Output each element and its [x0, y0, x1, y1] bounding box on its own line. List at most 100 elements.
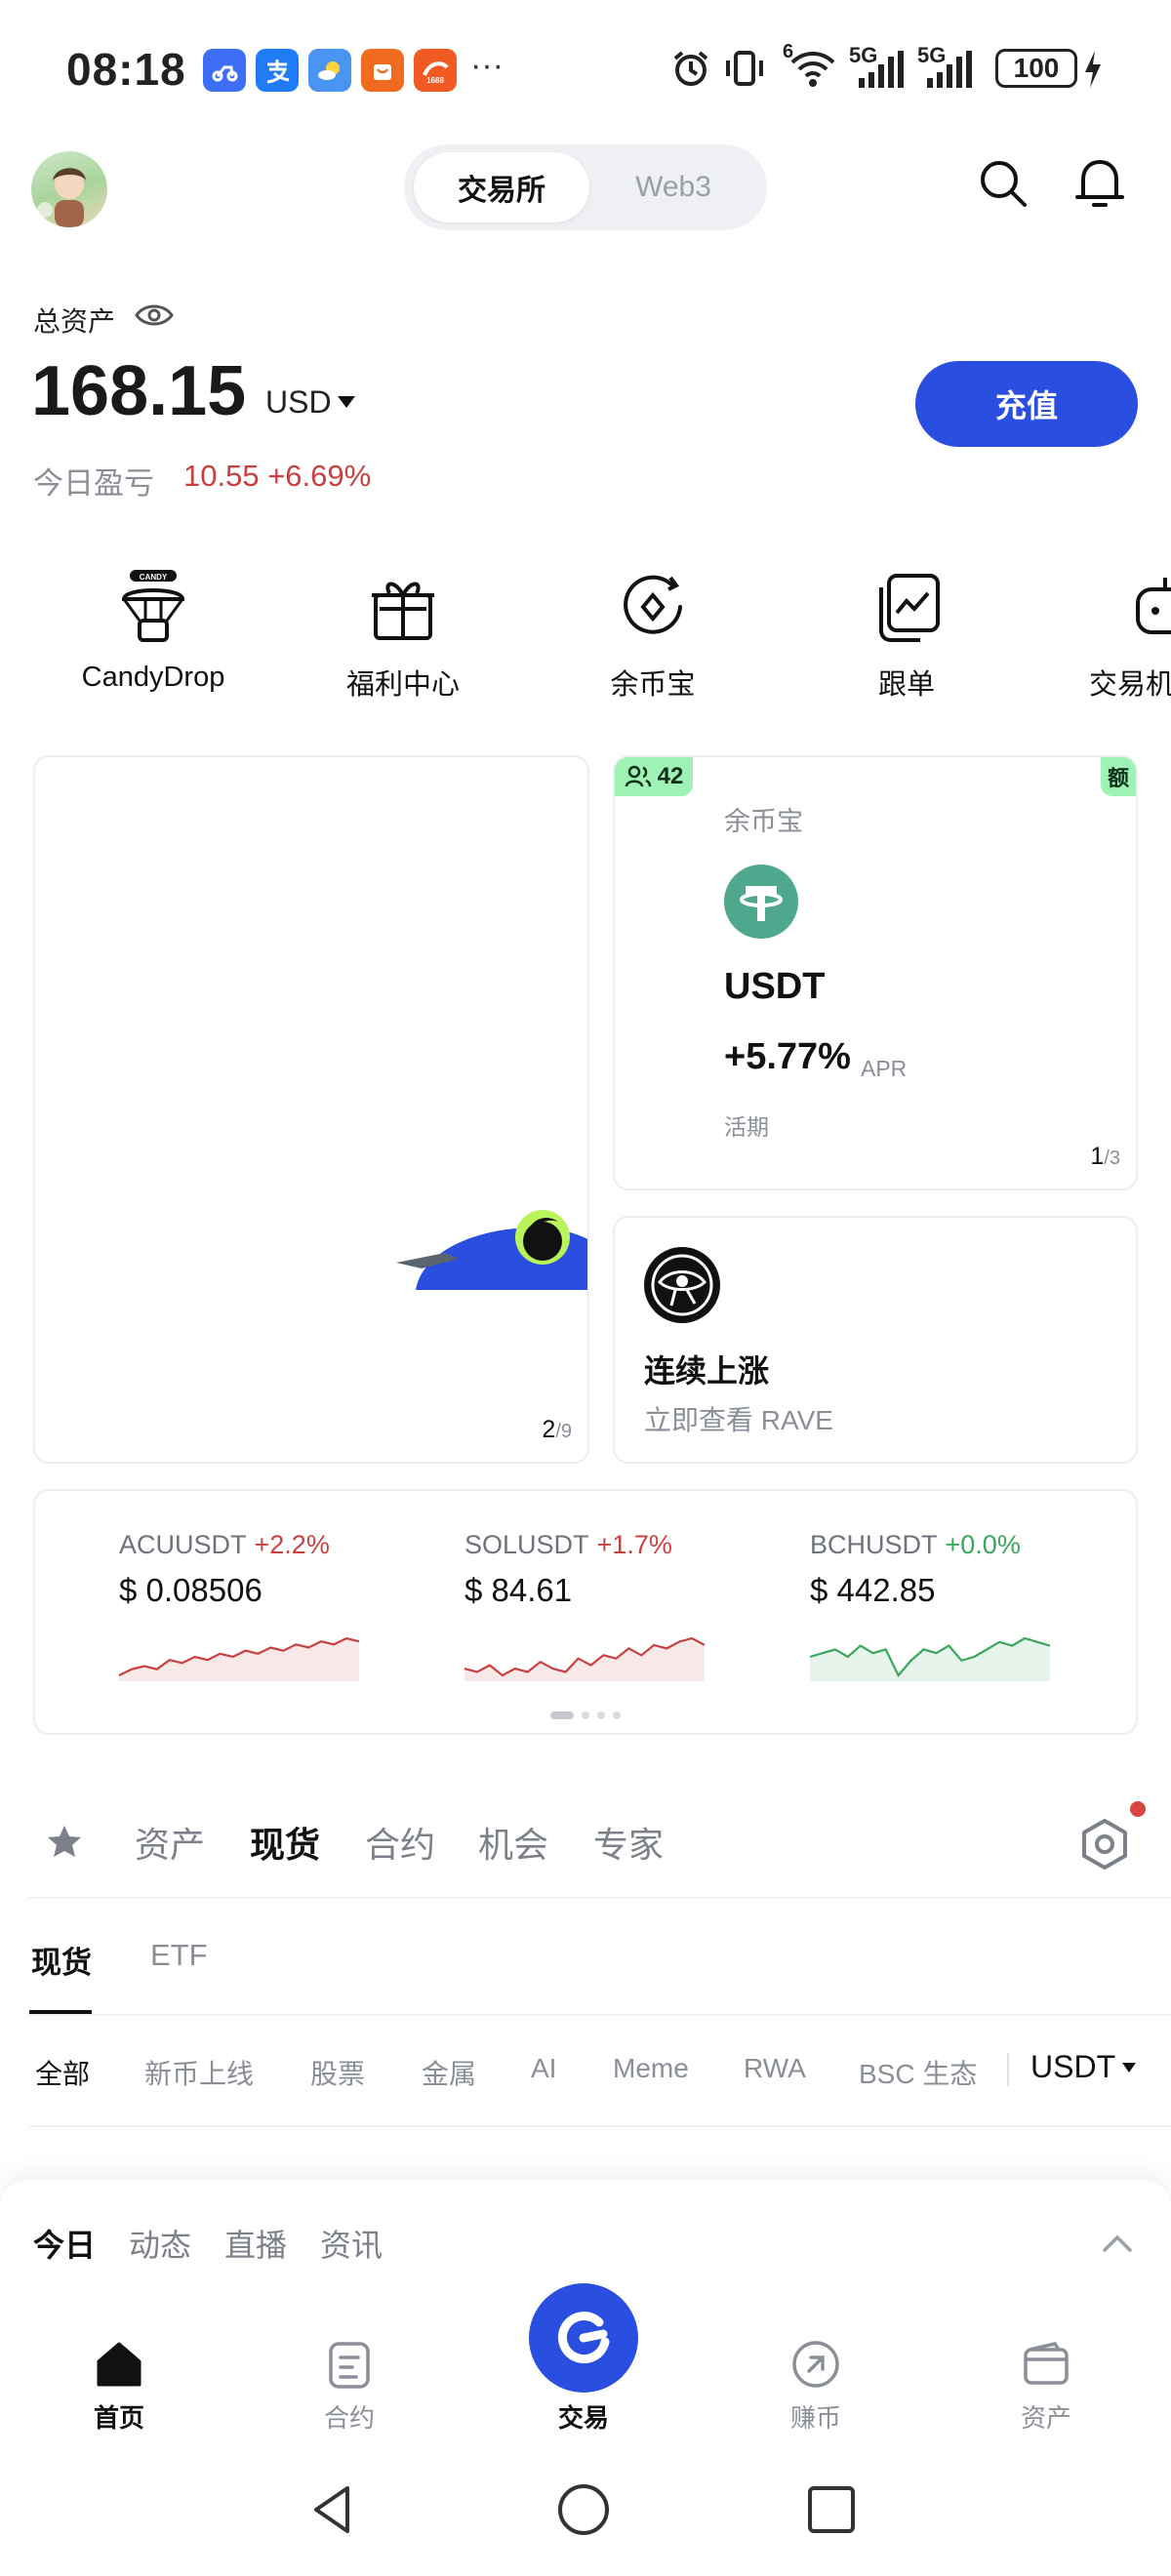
nav-assets[interactable]: 资产 [978, 2338, 1114, 2435]
sparkline-bch [810, 1636, 1050, 1681]
battery-icon: 100 [995, 49, 1077, 88]
settings-hex-icon[interactable] [1077, 1817, 1132, 1872]
favorites-star-icon[interactable] [45, 1823, 84, 1862]
market-tab-futures[interactable]: 合约 [365, 1817, 435, 1868]
quick-label: CandyDrop [81, 662, 225, 693]
chevron-up-icon[interactable] [1099, 2225, 1136, 2262]
quick-earn[interactable]: 余币宝 [550, 570, 755, 703]
nav-label: 资产 [1020, 2403, 1071, 2433]
nav-earn[interactable]: 赚币 [747, 2338, 884, 2435]
feed-tab-today[interactable]: 今日 [33, 2221, 96, 2266]
nav-futures[interactable]: 合约 [281, 2338, 418, 2435]
nav-trade-button[interactable] [529, 2283, 638, 2393]
1688-app-icon: 1688 [414, 49, 457, 92]
bot-icon [1128, 570, 1171, 644]
ticker-item[interactable]: SOLUSDT +1.7% $ 84.61 [464, 1530, 728, 1681]
ticker-item[interactable]: ACUUSDT +2.2% $ 0.08506 [119, 1530, 383, 1681]
filter-metals[interactable]: 金属 [422, 2053, 476, 2092]
nav-label: 合约 [323, 2403, 375, 2433]
sparkline-acu [119, 1636, 359, 1681]
quick-label: 福利中心 [345, 669, 460, 701]
gift-icon [366, 570, 440, 644]
earn-product-card[interactable]: 42 额 余币宝 USDT +5.77% APR 活期 1/3 [613, 755, 1138, 1190]
wifi-icon [788, 47, 837, 90]
quote-currency-selector[interactable]: USDT [1030, 2049, 1115, 2085]
subtab-spot[interactable]: 现货 [31, 1938, 92, 1982]
notification-bell-icon[interactable] [1071, 154, 1128, 213]
carousel-dots [550, 1711, 621, 1719]
users-icon [625, 765, 651, 787]
alarm-icon [669, 47, 712, 90]
quick-label: 交易机 [1089, 669, 1171, 701]
signal-2-icon [923, 49, 976, 90]
market-tab-opportunities[interactable]: 机会 [478, 1817, 548, 1868]
system-home-icon[interactable] [554, 2480, 613, 2539]
ticker-item[interactable]: BCHUSDT +0.0% $ 442.85 [810, 1530, 1073, 1681]
earn-apr-unit: APR [861, 1056, 908, 1081]
feed-tab-updates[interactable]: 动态 [129, 2221, 191, 2266]
quick-trading-bot[interactable]: 交易机 [1050, 570, 1171, 703]
svg-text:1688: 1688 [426, 76, 444, 85]
home-icon [93, 2338, 145, 2391]
feed-tab-live[interactable]: 直播 [224, 2221, 287, 2266]
filter-ai[interactable]: AI [531, 2053, 556, 2084]
filter-new-listing[interactable]: 新币上线 [144, 2053, 254, 2092]
tab-web3[interactable]: Web3 [589, 152, 757, 222]
trending-card[interactable]: 连续上涨 立即查看 RAVE [613, 1216, 1138, 1464]
weather-app-icon [308, 49, 351, 92]
earn-term: 活期 [724, 1114, 769, 1140]
caret-down-icon[interactable] [1120, 2061, 1138, 2074]
vibrate-icon [722, 47, 767, 90]
scooter-app-icon [203, 49, 246, 92]
promo-banner[interactable]: 2/9 [33, 755, 589, 1464]
quick-welfare-center[interactable]: 福利中心 [301, 570, 505, 703]
system-recents-icon[interactable] [802, 2480, 861, 2539]
filter-bsc[interactable]: BSC 生态 [859, 2053, 977, 2092]
ticker-carousel[interactable]: ACUUSDT +2.2% $ 0.08506 SOLUSDT +1.7% $ 84… [33, 1489, 1138, 1735]
filter-meme[interactable]: Meme [613, 2053, 689, 2084]
currency-selector[interactable]: USD [265, 384, 332, 421]
charging-icon [1081, 49, 1105, 90]
notification-dot [1130, 1801, 1146, 1817]
trending-title: 连续上涨 [644, 1353, 770, 1389]
filter-separator [1007, 2053, 1009, 2086]
pnl-label: 今日盈亏 [33, 466, 154, 501]
market-tab-spot[interactable]: 现货 [250, 1817, 320, 1868]
shopping-app-icon [361, 49, 404, 92]
rave-token-icon [644, 1247, 720, 1323]
earn-icon [616, 570, 690, 644]
corner-badge: 额 [1101, 757, 1136, 796]
tab-exchange[interactable]: 交易所 [414, 152, 589, 222]
earn-pager: 1/3 [1090, 1143, 1120, 1170]
earn-card-title: 余币宝 [724, 807, 803, 836]
market-tab-assets[interactable]: 资产 [135, 1817, 205, 1868]
total-assets-label: 总资产 [33, 306, 116, 337]
deposit-button[interactable]: 充值 [915, 361, 1138, 447]
caret-down-icon[interactable] [336, 394, 357, 410]
earn-apr: +5.77% [724, 1036, 851, 1077]
quick-label: 余币宝 [610, 669, 696, 701]
system-back-icon[interactable] [304, 2480, 363, 2539]
market-tab-experts[interactable]: 专家 [593, 1817, 664, 1868]
quick-copy-trade[interactable]: 跟单 [804, 570, 1009, 703]
signal-1-icon [855, 49, 908, 90]
subtab-etf[interactable]: ETF [150, 1938, 208, 1973]
filter-stocks[interactable]: 股票 [310, 2053, 365, 2092]
nav-label: 首页 [93, 2403, 144, 2433]
quick-label: 跟单 [877, 669, 935, 701]
trade-icon [557, 2312, 610, 2364]
filter-all[interactable]: 全部 [35, 2053, 90, 2092]
candy-parachute-icon: CANDY [116, 570, 190, 644]
nav-home[interactable]: 首页 [51, 2338, 187, 2435]
futures-icon [323, 2338, 376, 2391]
filter-rwa[interactable]: RWA [744, 2053, 806, 2084]
eye-icon[interactable] [135, 301, 174, 330]
pnl-value: 10.55 +6.69% [183, 459, 372, 493]
svg-text:CANDY: CANDY [140, 573, 168, 582]
status-time: 08:18 [66, 44, 186, 95]
wallet-icon [1020, 2338, 1072, 2391]
search-icon[interactable] [976, 156, 1030, 211]
avatar[interactable] [31, 151, 107, 227]
quick-candydrop[interactable]: CANDY CandyDrop [51, 570, 256, 694]
feed-tab-news[interactable]: 资讯 [320, 2221, 383, 2266]
